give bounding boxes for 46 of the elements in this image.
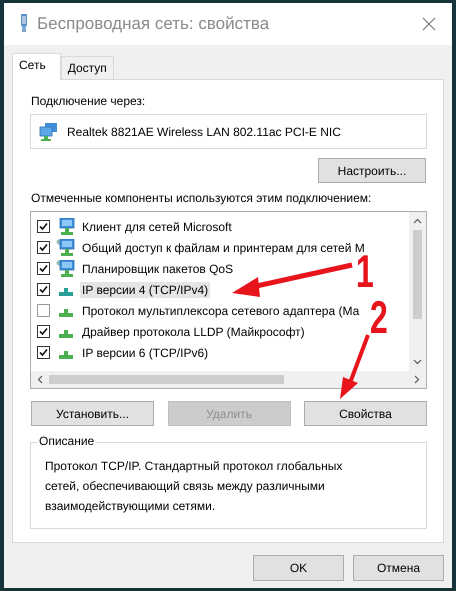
component-item[interactable]: Планировщик пакетов QoS xyxy=(80,260,236,276)
window-title: Беспроводная сеть: свойства xyxy=(37,14,270,34)
annotation-number: 1 xyxy=(356,253,374,289)
components-label: Отмеченные компоненты используются этим подключением: xyxy=(31,191,372,205)
scrollbar-thumb[interactable] xyxy=(413,230,422,319)
network-protocol-icon xyxy=(59,330,73,338)
description-text: Протокол TCP/IP. Стандартный протокол глобальных сетей, обеспечивающий связь между различными взаимодействующими сетями. xyxy=(44,458,344,515)
close-icon xyxy=(422,17,436,31)
scroll-down-icon xyxy=(413,359,422,365)
component-item[interactable]: Клиент для сетей Microsoft xyxy=(80,218,234,234)
checkbox[interactable] xyxy=(37,220,50,233)
tab[interactable]: Доступ xyxy=(60,56,114,79)
network-protocol-icon xyxy=(59,288,73,296)
network-protocol-icon xyxy=(59,351,73,359)
annotation-number: 2 xyxy=(370,299,388,335)
dialog-button[interactable]: OK xyxy=(253,555,344,581)
checkbox[interactable] xyxy=(37,325,50,338)
action-button[interactable]: Установить... xyxy=(31,401,154,426)
scrollbar-thumb[interactable] xyxy=(49,375,284,384)
component-item[interactable]: IP версии 6 (TCP/IPv6) xyxy=(80,344,210,360)
action-button[interactable]: Свойства xyxy=(304,401,427,426)
component-item[interactable]: Протокол мультиплексора сетевого адаптера (Ма xyxy=(80,302,362,318)
component-item[interactable]: Общий доступ к файлам и принтерам для сетей M xyxy=(80,240,367,256)
network-adapter-icon xyxy=(19,14,29,34)
connection-label: Подключение через: xyxy=(31,94,146,108)
adapter-name: Realtek 8821AE Wireless LAN 802.11ac PCI-E NIC xyxy=(67,124,341,138)
configure-button[interactable]: Настроить... xyxy=(318,158,426,183)
component-item[interactable]: Драйвер протокола LLDP (Майкрософт) xyxy=(80,324,307,340)
network-computer-icon xyxy=(56,260,76,277)
checkbox[interactable] xyxy=(37,304,50,317)
network-protocol-icon xyxy=(59,309,73,317)
scroll-left-icon xyxy=(37,375,43,384)
component-item[interactable]: IP версии 4 (TCP/IPv4) xyxy=(80,282,210,298)
checkbox[interactable] xyxy=(37,241,50,254)
horizontal-scrollbar[interactable] xyxy=(31,371,426,388)
network-computer-icon xyxy=(56,239,76,256)
dialog-button[interactable]: Отмена xyxy=(353,555,444,581)
checkbox[interactable] xyxy=(37,346,50,359)
vertical-scrollbar[interactable] xyxy=(409,212,426,371)
tab[interactable]: Сеть xyxy=(12,53,61,80)
checkbox[interactable] xyxy=(37,262,50,275)
checkbox[interactable] xyxy=(37,283,50,296)
scroll-right-icon xyxy=(414,375,420,384)
network-computer-icon xyxy=(39,122,59,140)
scroll-up-icon xyxy=(413,218,422,224)
group-title: Описание xyxy=(37,434,96,448)
